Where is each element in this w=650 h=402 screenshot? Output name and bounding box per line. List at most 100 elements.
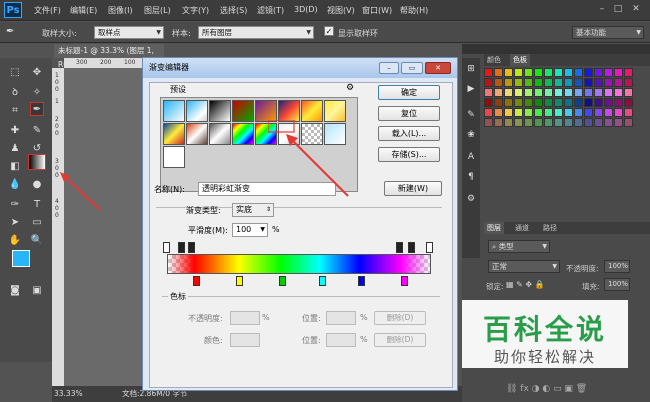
menu-type[interactable]: 文字(Y)	[182, 5, 209, 16]
foreground-color-swatch[interactable]	[12, 250, 30, 267]
dialog-minimize-icon[interactable]: –	[379, 62, 399, 74]
color-swatch[interactable]	[504, 68, 513, 77]
layer-kind-filter[interactable]: ⌕ 类型 ▼	[488, 240, 550, 253]
opacity-stop[interactable]	[408, 242, 415, 253]
color-swatch[interactable]	[574, 98, 583, 107]
gradient-preset[interactable]	[163, 146, 185, 168]
color-swatch[interactable]	[564, 118, 573, 127]
color-swatch[interactable]	[624, 108, 633, 117]
gradient-preset[interactable]	[186, 123, 208, 145]
color-swatch[interactable]	[504, 88, 513, 97]
gradient-preset[interactable]	[163, 123, 185, 145]
gradient-preview-bar[interactable]	[167, 254, 431, 274]
color-swatch[interactable]	[524, 108, 533, 117]
color-swatch[interactable]	[624, 98, 633, 107]
color-swatch[interactable]	[494, 98, 503, 107]
load-button[interactable]: 载入(L)...	[378, 126, 440, 141]
color-swatch[interactable]	[504, 78, 513, 87]
color-swatch[interactable]	[604, 88, 613, 97]
color-swatch[interactable]	[564, 98, 573, 107]
eyedropper-tool-icon[interactable]: ✒	[30, 102, 44, 116]
color-swatch[interactable]	[614, 68, 623, 77]
screen-mode-icon[interactable]: ▣	[30, 284, 44, 298]
color-swatch[interactable]	[594, 78, 603, 87]
minimize-icon[interactable]: –	[596, 4, 608, 15]
opacity-stop[interactable]	[396, 242, 403, 253]
color-stop-magenta[interactable]	[401, 276, 408, 286]
color-swatch[interactable]	[544, 68, 553, 77]
menu-edit[interactable]: 编辑(E)	[70, 5, 97, 16]
eyedropper-icon[interactable]: ✒	[6, 26, 14, 37]
color-swatch[interactable]	[594, 98, 603, 107]
gradient-tool-icon[interactable]	[28, 154, 46, 170]
color-swatch[interactable]	[534, 118, 543, 127]
color-swatch[interactable]	[544, 98, 553, 107]
crop-icon[interactable]: ⌗	[8, 104, 22, 118]
opacity-stop[interactable]	[163, 242, 170, 253]
color-swatch[interactable]	[584, 108, 593, 117]
color-swatch[interactable]	[524, 68, 533, 77]
color-swatch[interactable]	[554, 118, 563, 127]
gradient-preset[interactable]	[209, 100, 231, 122]
color-swatch[interactable]	[494, 118, 503, 127]
color-swatch[interactable]	[614, 78, 623, 87]
color-swatch[interactable]	[504, 98, 513, 107]
gradient-preset[interactable]	[232, 123, 254, 145]
color-swatch[interactable]	[534, 98, 543, 107]
type-icon[interactable]: T	[30, 198, 44, 212]
color-swatch[interactable]	[584, 118, 593, 127]
workspace-select[interactable]: 基本功能 ▼	[572, 26, 644, 39]
menu-help[interactable]: 帮助(H)	[400, 5, 428, 16]
color-swatch[interactable]	[604, 98, 613, 107]
color-swatch[interactable]	[484, 68, 493, 77]
save-button[interactable]: 存储(S)...	[378, 147, 440, 162]
color-swatch[interactable]	[594, 68, 603, 77]
layer-footer-icons[interactable]: ⛓ fx ◑ ◐ ▭ ▣ 🗑	[506, 384, 587, 394]
stamp-icon[interactable]: ♟	[8, 142, 22, 156]
tool-presets-icon[interactable]: ⚙	[464, 192, 478, 206]
color-swatch[interactable]	[614, 98, 623, 107]
color-swatch[interactable]	[524, 88, 533, 97]
tab-color[interactable]: 颜色	[484, 54, 504, 66]
color-swatch[interactable]	[494, 88, 503, 97]
color-swatch[interactable]	[484, 78, 493, 87]
color-swatch[interactable]	[614, 108, 623, 117]
menu-file[interactable]: 文件(F)	[34, 5, 61, 16]
color-swatch[interactable]	[504, 108, 513, 117]
color-swatch[interactable]	[624, 68, 633, 77]
menu-3d[interactable]: 3D(D)	[294, 5, 318, 14]
play-icon[interactable]: ▶	[464, 82, 478, 96]
color-swatch[interactable]	[624, 88, 633, 97]
color-swatch[interactable]	[494, 68, 503, 77]
document-canvas[interactable]	[64, 68, 144, 386]
shape-icon[interactable]: ▭	[30, 216, 44, 230]
dialog-close-icon[interactable]: ✕	[425, 62, 451, 74]
move-icon[interactable]: ✥	[30, 66, 44, 80]
gradient-preset[interactable]	[301, 100, 323, 122]
color-swatch[interactable]	[584, 78, 593, 87]
new-button[interactable]: 新建(W)	[384, 181, 442, 196]
healing-brush-icon[interactable]: ✚	[8, 124, 22, 138]
color-stop-blue[interactable]	[358, 276, 365, 286]
tab-swatches[interactable]: 色板	[510, 54, 530, 66]
color-swatch[interactable]	[524, 78, 533, 87]
gradient-preset[interactable]	[163, 100, 185, 122]
color-swatch[interactable]	[574, 88, 583, 97]
color-swatch[interactable]	[574, 108, 583, 117]
color-swatch[interactable]	[554, 108, 563, 117]
color-stop-yellow[interactable]	[236, 276, 243, 286]
color-swatch[interactable]	[574, 78, 583, 87]
color-swatch[interactable]	[514, 118, 523, 127]
color-swatch[interactable]	[524, 98, 533, 107]
color-swatch[interactable]	[534, 78, 543, 87]
color-swatch[interactable]	[604, 118, 613, 127]
zoom-level[interactable]: 33.33%	[54, 386, 83, 402]
close-icon[interactable]: ✕	[630, 4, 642, 15]
brush-icon[interactable]: ✎	[30, 124, 44, 138]
color-swatch[interactable]	[624, 78, 633, 87]
color-swatch[interactable]	[614, 118, 623, 127]
zoom-icon[interactable]: 🔍	[30, 234, 44, 248]
sample-select[interactable]: 所有图层 ▼	[198, 26, 314, 39]
color-swatch[interactable]	[584, 98, 593, 107]
color-swatch[interactable]	[554, 98, 563, 107]
